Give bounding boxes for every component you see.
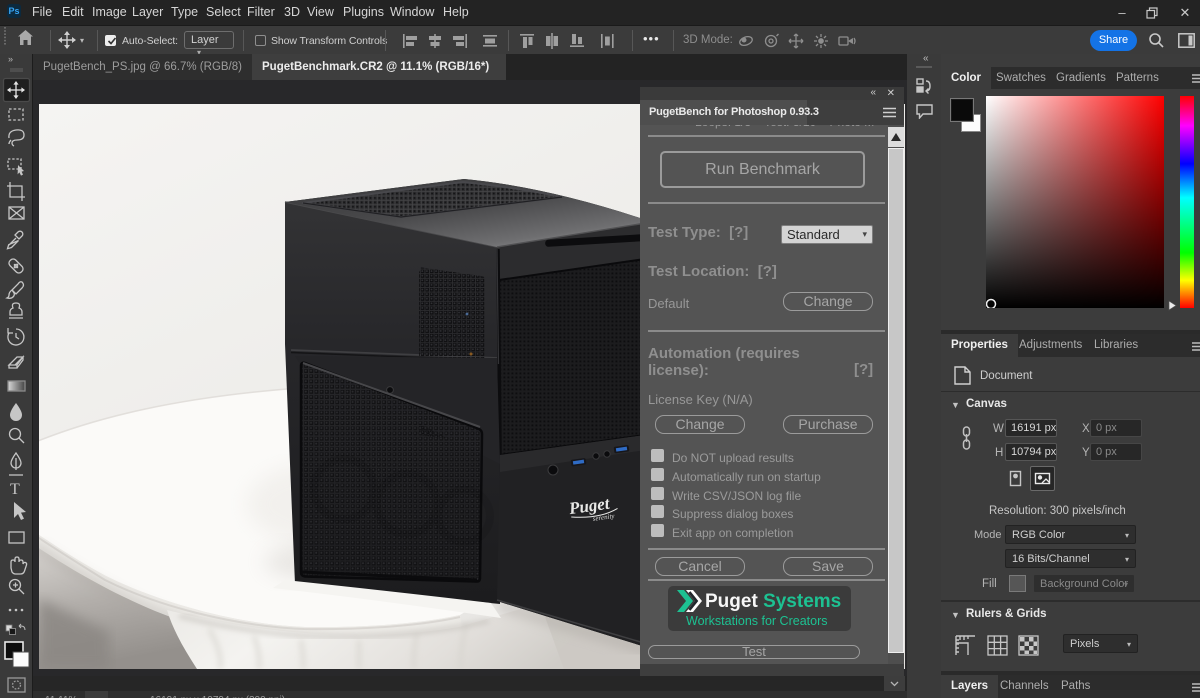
svg-text:»: » [8,54,13,64]
svg-text:T: T [10,481,20,498]
